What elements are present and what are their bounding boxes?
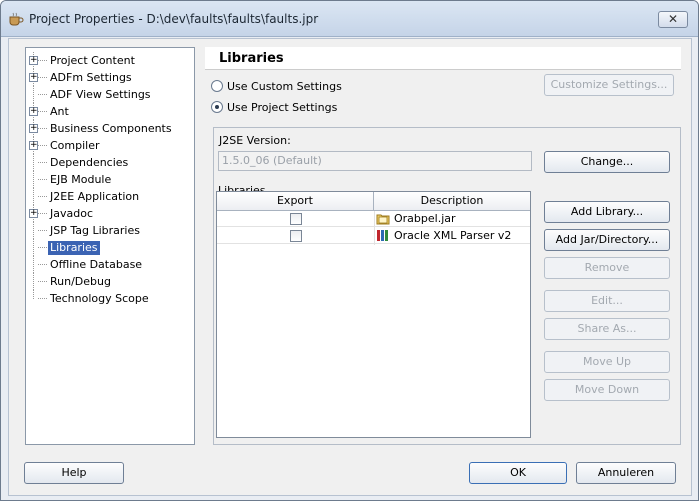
tree-item-adf-view-settings[interactable]: ADF View Settings [26, 86, 194, 103]
tree-connector [38, 281, 47, 282]
libraries-table[interactable]: Export Description Orabpel.jar Oracle XM… [216, 191, 531, 438]
tree-item-label[interactable]: Dependencies [48, 156, 130, 170]
use-custom-settings-radio[interactable] [211, 80, 223, 92]
tree-item-jsp-tag-libraries[interactable]: JSP Tag Libraries [26, 222, 194, 239]
edit-button[interactable]: Edit... [544, 290, 670, 312]
tree-connector [38, 230, 47, 231]
tree-item-label[interactable]: Offline Database [48, 258, 144, 272]
tree-item-label[interactable]: ADF View Settings [48, 88, 153, 102]
expand-icon[interactable]: + [29, 124, 38, 133]
tree-item-dependencies[interactable]: Dependencies [26, 154, 194, 171]
tree-connector-line [33, 154, 34, 171]
change-button[interactable]: Change... [544, 151, 670, 173]
window-title: Project Properties - D:\dev\faults\fault… [29, 12, 319, 26]
expand-icon[interactable]: + [29, 107, 38, 116]
tree-item-libraries[interactable]: Libraries [26, 239, 194, 256]
tree-item-label[interactable]: Libraries [48, 241, 100, 255]
tree-connector [38, 196, 47, 197]
tree-connector-line [33, 290, 34, 299]
tree-item-label[interactable]: EJB Module [48, 173, 113, 187]
column-header-description[interactable]: Description [374, 192, 530, 211]
tree-connector [38, 128, 47, 129]
help-button[interactable]: Help [24, 462, 124, 484]
tree-item-offline-database[interactable]: Offline Database [26, 256, 194, 273]
share-as-button[interactable]: Share As... [544, 318, 670, 340]
add-library-button[interactable]: Add Library... [544, 201, 670, 223]
tree-connector-line [33, 256, 34, 273]
tree-connector-line [33, 171, 34, 188]
library-description: Orabpel.jar [394, 212, 456, 225]
use-custom-settings-label[interactable]: Use Custom Settings [227, 80, 342, 93]
export-checkbox[interactable] [290, 213, 302, 225]
tree-connector-line [33, 188, 34, 205]
library-books-icon [377, 230, 388, 241]
move-up-button[interactable]: Move Up [544, 351, 670, 373]
tree-item-ejb-module[interactable]: EJB Module [26, 171, 194, 188]
move-down-button[interactable]: Move Down [544, 379, 670, 401]
expand-icon[interactable]: + [29, 73, 38, 82]
tree-connector-line [33, 239, 34, 256]
column-header-export[interactable]: Export [217, 192, 374, 211]
tree-item-adfm-settings[interactable]: + ADFm Settings [26, 69, 194, 86]
title-bar[interactable]: Project Properties - D:\dev\faults\fault… [1, 1, 698, 37]
customize-settings-button[interactable]: Customize Settings... [544, 74, 674, 96]
table-column-divider [374, 211, 375, 245]
j2se-version-field: 1.5.0_06 (Default) [218, 151, 532, 171]
category-tree[interactable]: + Project Content + ADFm Settings ADF View S… [25, 47, 195, 445]
tree-connector-line [33, 86, 34, 103]
tree-item-label[interactable]: ADFm Settings [48, 71, 134, 85]
tree-item-business-components[interactable]: + Business Components [26, 120, 194, 137]
use-project-settings-radio[interactable] [211, 101, 223, 113]
tree-item-label[interactable]: JSP Tag Libraries [48, 224, 142, 238]
remove-button[interactable]: Remove [544, 257, 670, 279]
tree-item-label[interactable]: Javadoc [48, 207, 95, 221]
coffee-cup-icon [9, 12, 24, 26]
tree-item-project-content[interactable]: + Project Content [26, 52, 194, 69]
library-description: Oracle XML Parser v2 [394, 229, 512, 242]
use-project-settings-label[interactable]: Use Project Settings [227, 101, 337, 114]
tree-item-label[interactable]: Ant [48, 105, 71, 119]
cancel-button[interactable]: Annuleren [576, 462, 676, 484]
tree-item-label[interactable]: J2EE Application [48, 190, 141, 204]
tree-connector [38, 60, 47, 61]
tree-item-label[interactable]: Compiler [48, 139, 102, 153]
jar-folder-icon [376, 214, 390, 225]
close-button[interactable]: ✕ [658, 11, 688, 28]
tree-connector [38, 213, 47, 214]
tree-item-j2ee-application[interactable]: J2EE Application [26, 188, 194, 205]
tree-connector [38, 264, 47, 265]
tree-item-run-debug[interactable]: Run/Debug [26, 273, 194, 290]
add-jar-directory-button[interactable]: Add Jar/Directory... [544, 229, 670, 251]
panel-title: Libraries [219, 51, 284, 66]
tree-item-compiler[interactable]: + Compiler [26, 137, 194, 154]
tree-connector [38, 179, 47, 180]
tree-connector-line [33, 273, 34, 290]
expand-icon[interactable]: + [29, 141, 38, 150]
tree-connector [38, 247, 47, 248]
export-checkbox[interactable] [290, 230, 302, 242]
tree-connector [38, 94, 47, 95]
tree-item-ant[interactable]: + Ant [26, 103, 194, 120]
tree-item-label[interactable]: Technology Scope [48, 292, 151, 306]
tree-connector [38, 111, 47, 112]
j2se-version-label: J2SE Version: [219, 134, 291, 147]
tree-connector [38, 162, 47, 163]
ok-button[interactable]: OK [469, 462, 567, 484]
project-properties-window: Project Properties - D:\dev\faults\fault… [0, 0, 699, 501]
tree-connector [38, 145, 47, 146]
tree-connector-line [33, 222, 34, 239]
tree-item-label[interactable]: Project Content [48, 54, 137, 68]
expand-icon[interactable]: + [29, 209, 38, 218]
tree-connector [38, 77, 47, 78]
expand-icon[interactable]: + [29, 56, 38, 65]
panel-header: Libraries [205, 47, 681, 70]
tree-item-technology-scope[interactable]: Technology Scope [26, 290, 194, 307]
tree-connector [38, 298, 47, 299]
tree-item-javadoc[interactable]: + Javadoc [26, 205, 194, 222]
tree-item-label[interactable]: Business Components [48, 122, 174, 136]
tree-item-label[interactable]: Run/Debug [48, 275, 113, 289]
